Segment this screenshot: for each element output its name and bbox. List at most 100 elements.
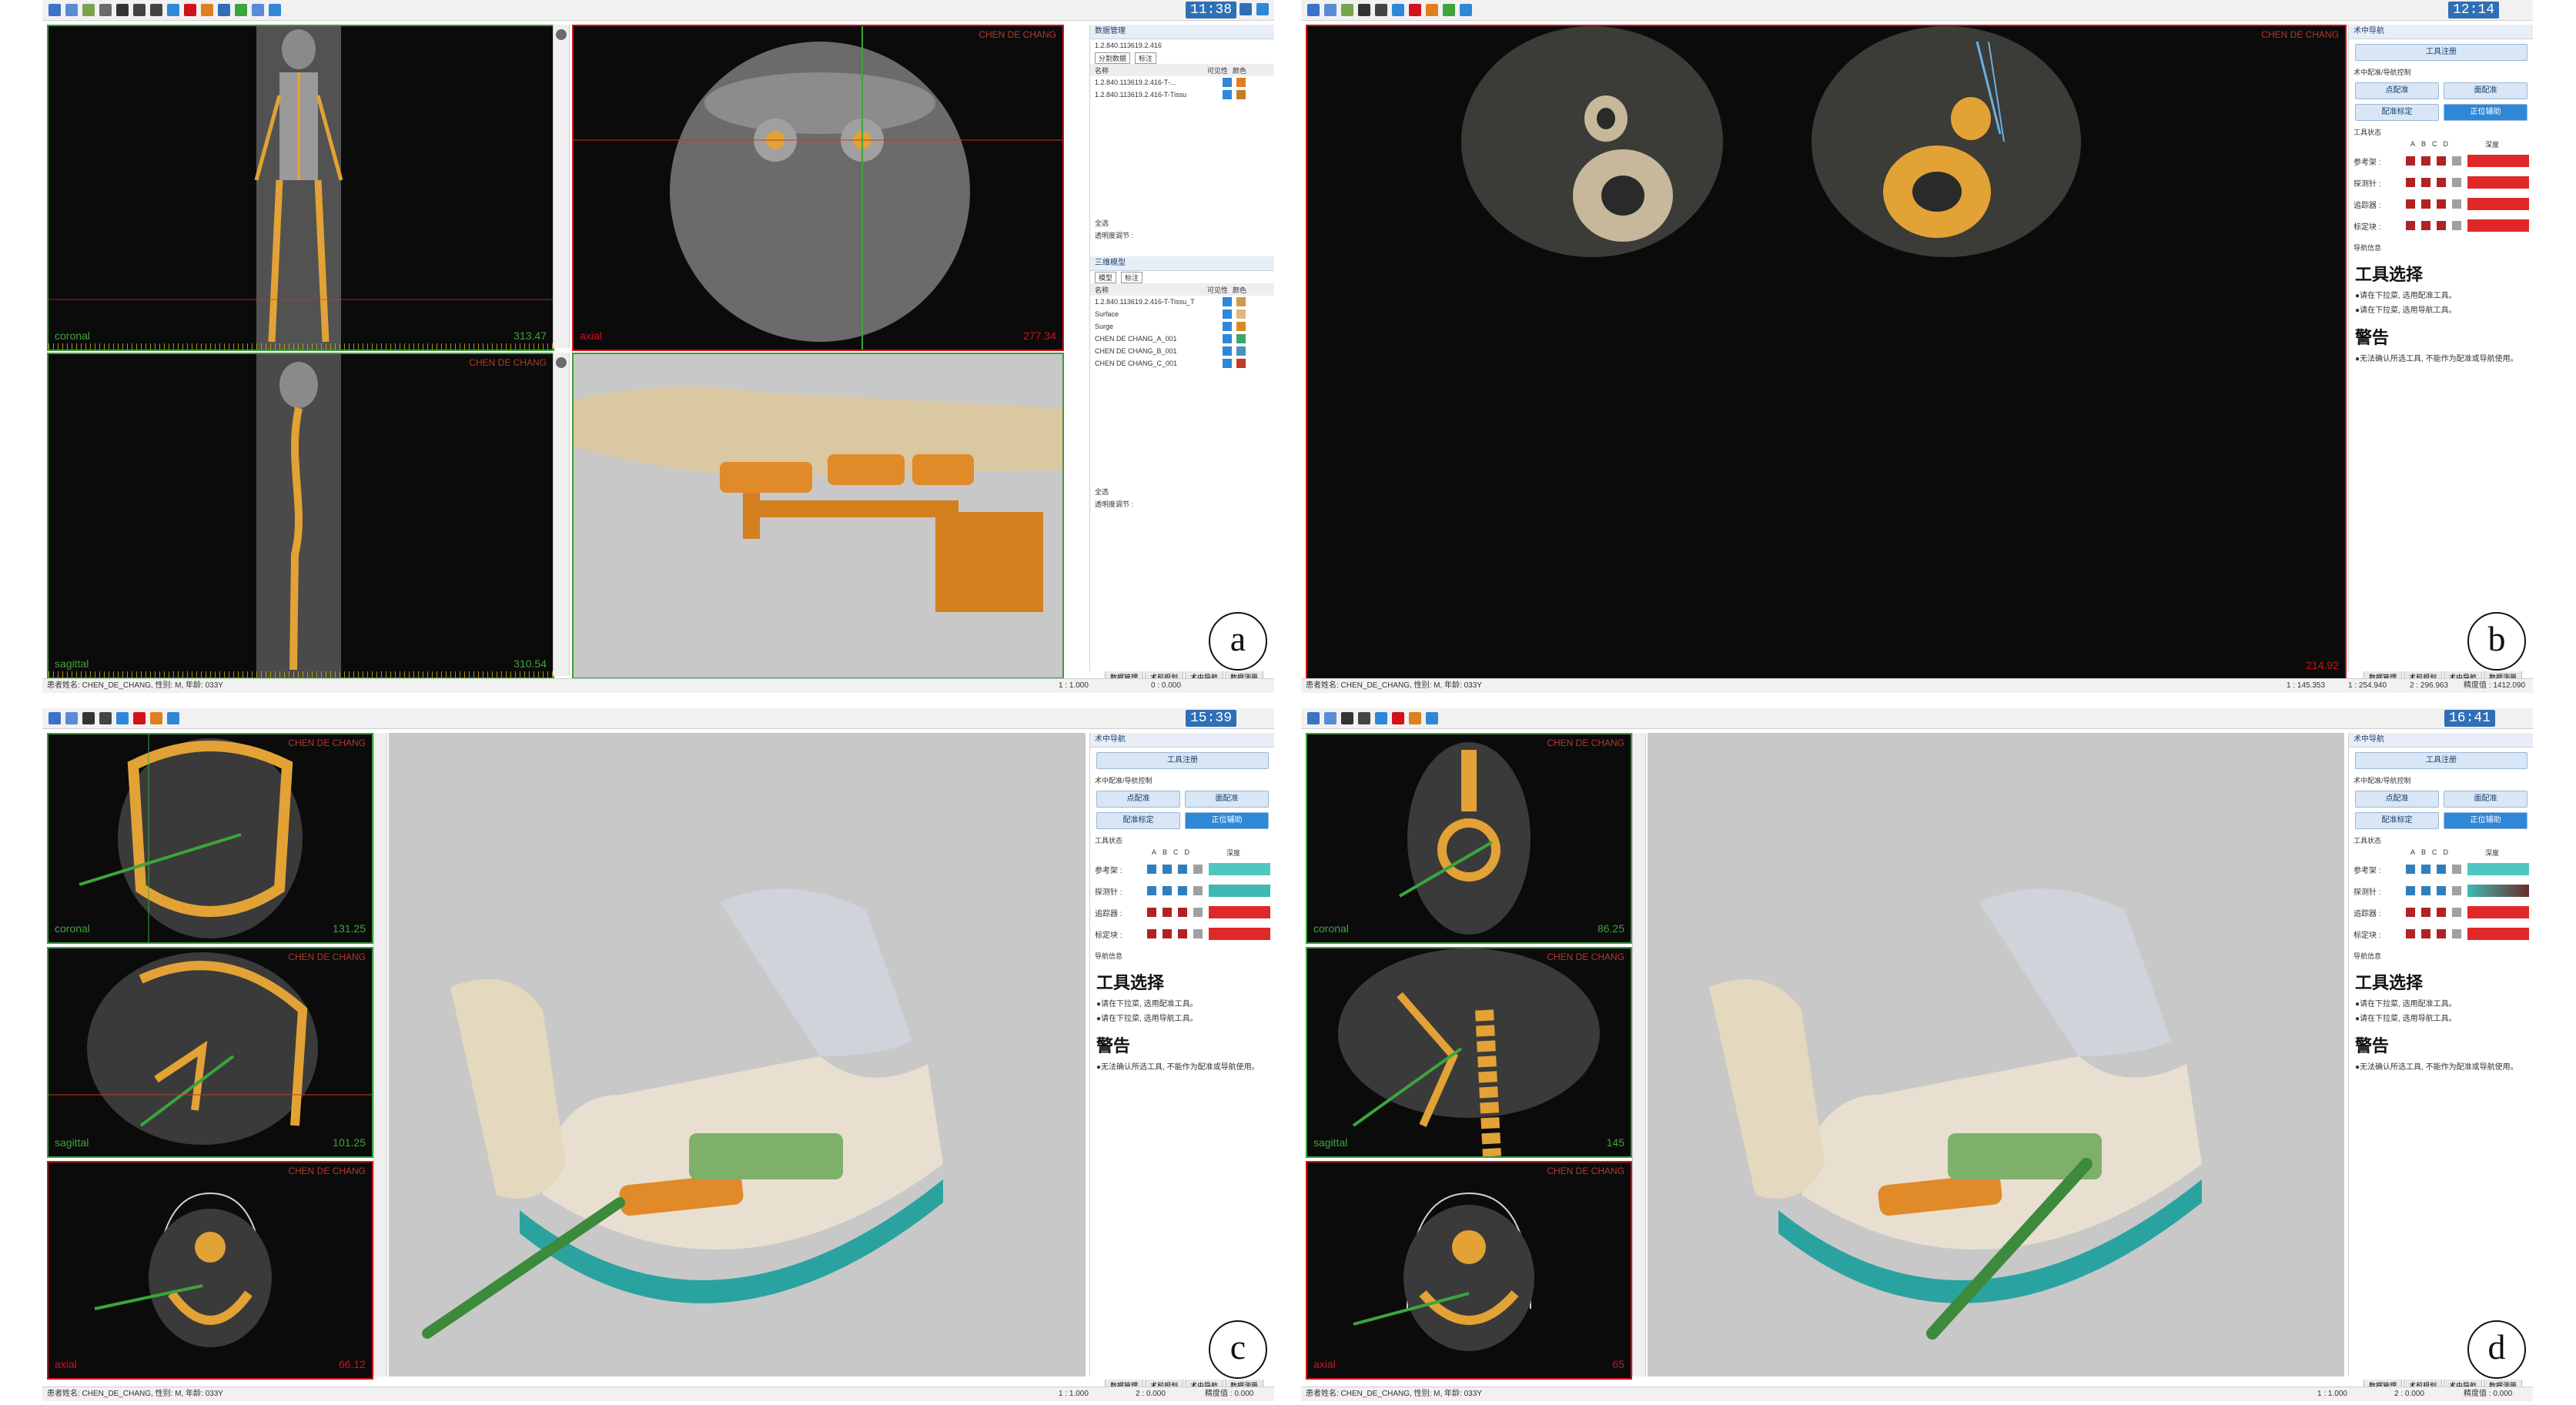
layout-icon[interactable] — [99, 4, 112, 16]
point-register-button[interactable]: 点配准 — [2355, 791, 2439, 808]
tool-register-button[interactable]: 工具注册 — [2355, 752, 2527, 769]
zoom-in-icon[interactable] — [99, 712, 112, 724]
scroll-icon[interactable] — [556, 357, 567, 368]
measure-icon[interactable] — [1392, 4, 1404, 16]
navigation-icon[interactable] — [1460, 4, 1472, 16]
sagittal-view-d[interactable]: CHEN DE CHANG sagittal 145 — [1306, 947, 1632, 1158]
model-item[interactable]: Surge — [1090, 320, 1274, 333]
pan-icon[interactable] — [1341, 712, 1353, 724]
brush-icon[interactable] — [218, 4, 230, 16]
save-icon[interactable] — [65, 4, 78, 16]
angle-icon[interactable] — [184, 4, 196, 16]
color-swatch[interactable] — [1236, 78, 1246, 87]
model-item[interactable]: CHEN DE CHANG_C_001 — [1090, 357, 1274, 370]
calibration-button[interactable]: 配准标定 — [1096, 812, 1180, 829]
eye-icon[interactable] — [1223, 346, 1232, 356]
zoom-in-icon[interactable] — [1375, 4, 1387, 16]
crop-icon[interactable] — [150, 712, 162, 724]
color-swatch[interactable] — [1236, 309, 1246, 319]
axial-view-b[interactable]: CHEN DE CHANG 214.92 — [1306, 25, 2347, 681]
eye-icon[interactable] — [1223, 359, 1232, 368]
color-swatch[interactable] — [1236, 346, 1246, 356]
scroll-icon[interactable] — [556, 29, 567, 40]
coronal-view-d[interactable]: CHEN DE CHANG coronal 86.25 — [1306, 733, 1632, 944]
color-swatch[interactable] — [1236, 90, 1246, 99]
3d-view-d[interactable] — [1648, 733, 2344, 1377]
pan-icon[interactable] — [1358, 4, 1370, 16]
pan-icon[interactable] — [82, 712, 95, 724]
model-icon[interactable] — [252, 4, 264, 16]
surface-register-button[interactable]: 面配准 — [2444, 82, 2527, 99]
opacity-row-2[interactable]: 透明度调节 : — [1090, 497, 1274, 510]
segment-icon[interactable] — [235, 4, 247, 16]
eye-icon[interactable] — [1223, 334, 1232, 343]
surface-register-button[interactable]: 面配准 — [1185, 791, 1269, 808]
axial-view-c[interactable]: CHEN DE CHANG axial 66.12 — [47, 1161, 373, 1380]
color-swatch[interactable] — [1236, 322, 1246, 331]
pan-icon[interactable] — [116, 4, 129, 16]
orientation-assist-button[interactable]: 正位辅助 — [2444, 104, 2527, 121]
axial-view-d[interactable]: CHEN DE CHANG axial 65 — [1306, 1161, 1632, 1380]
save-icon[interactable] — [1324, 712, 1337, 724]
open-file-icon[interactable] — [49, 4, 61, 16]
angle-icon[interactable] — [133, 712, 146, 724]
calibration-button[interactable]: 配准标定 — [2355, 104, 2439, 121]
zoom-out-icon[interactable] — [150, 4, 162, 16]
angle-icon[interactable] — [1392, 712, 1404, 724]
select-all-row[interactable]: 全选 — [1090, 216, 1274, 229]
navigation-icon[interactable] — [269, 4, 281, 16]
list-item[interactable]: 1.2.840.113619.2.416-T-... — [1090, 76, 1274, 89]
crop-icon[interactable] — [1426, 4, 1438, 16]
tab-models-annotation[interactable]: 标注 — [1121, 271, 1143, 283]
3d-view-a[interactable] — [572, 353, 1064, 679]
3d-view-c[interactable] — [389, 733, 1086, 1377]
open-file-icon[interactable] — [49, 712, 61, 724]
crop-icon[interactable] — [201, 4, 213, 16]
angle-icon[interactable] — [1409, 4, 1421, 16]
segment-icon[interactable] — [1443, 4, 1455, 16]
tool-register-button[interactable]: 工具注册 — [2355, 44, 2527, 61]
navigation-icon[interactable] — [1426, 712, 1438, 724]
orientation-assist-button[interactable]: 正位辅助 — [1185, 812, 1269, 829]
color-swatch[interactable] — [1236, 297, 1246, 306]
eye-icon[interactable] — [1223, 90, 1232, 99]
zoom-in-icon[interactable] — [133, 4, 146, 16]
export-icon[interactable] — [1341, 4, 1353, 16]
crop-icon[interactable] — [1409, 712, 1421, 724]
point-register-button[interactable]: 点配准 — [1096, 791, 1180, 808]
model-item[interactable]: CHEN DE CHANG_B_001 — [1090, 345, 1274, 357]
zoom-in-icon[interactable] — [1358, 712, 1370, 724]
axial-view-a[interactable]: CHEN DE CHANG axial 277.34 — [572, 25, 1064, 351]
point-register-button[interactable]: 点配准 — [2355, 82, 2439, 99]
help-icon[interactable] — [1256, 3, 1269, 15]
window-icon[interactable] — [1239, 3, 1252, 15]
measure-icon[interactable] — [1375, 712, 1387, 724]
eye-icon[interactable] — [1223, 78, 1232, 87]
measure-icon[interactable] — [116, 712, 129, 724]
color-swatch[interactable] — [1236, 334, 1246, 343]
export-icon[interactable] — [82, 4, 95, 16]
open-file-icon[interactable] — [1307, 4, 1320, 16]
eye-icon[interactable] — [1223, 309, 1232, 319]
model-item[interactable]: Surface — [1090, 308, 1274, 320]
surface-register-button[interactable]: 面配准 — [2444, 791, 2527, 808]
coronal-view-c[interactable]: CHEN DE CHANG coronal 131.25 — [47, 733, 373, 944]
tab-segmentation[interactable]: 分割数据 — [1095, 52, 1131, 64]
sagittal-view-c[interactable]: CHEN DE CHANG sagittal 101.25 — [47, 947, 373, 1158]
tab-models[interactable]: 模型 — [1095, 271, 1117, 283]
navigation-icon[interactable] — [167, 712, 179, 724]
model-item[interactable]: CHEN DE CHANG_A_001 — [1090, 333, 1274, 345]
opacity-row[interactable]: 透明度调节 : — [1090, 229, 1274, 241]
sagittal-view-a[interactable]: CHEN DE CHANG sagittal 310.54 — [47, 353, 554, 679]
select-all-row-2[interactable]: 全选 — [1090, 485, 1274, 497]
tab-annotation[interactable]: 标注 — [1135, 52, 1157, 64]
model-item[interactable]: 1.2.840.113619.2.416-T-Tissu_T — [1090, 296, 1274, 308]
list-item[interactable]: 1.2.840.113619.2.416-T-Tissu — [1090, 89, 1274, 101]
coronal-view-a[interactable]: coronal 313.47 — [47, 25, 554, 351]
save-icon[interactable] — [65, 712, 78, 724]
measure-icon[interactable] — [167, 4, 179, 16]
color-swatch[interactable] — [1236, 359, 1246, 368]
save-icon[interactable] — [1324, 4, 1337, 16]
eye-icon[interactable] — [1223, 297, 1232, 306]
eye-icon[interactable] — [1223, 322, 1232, 331]
